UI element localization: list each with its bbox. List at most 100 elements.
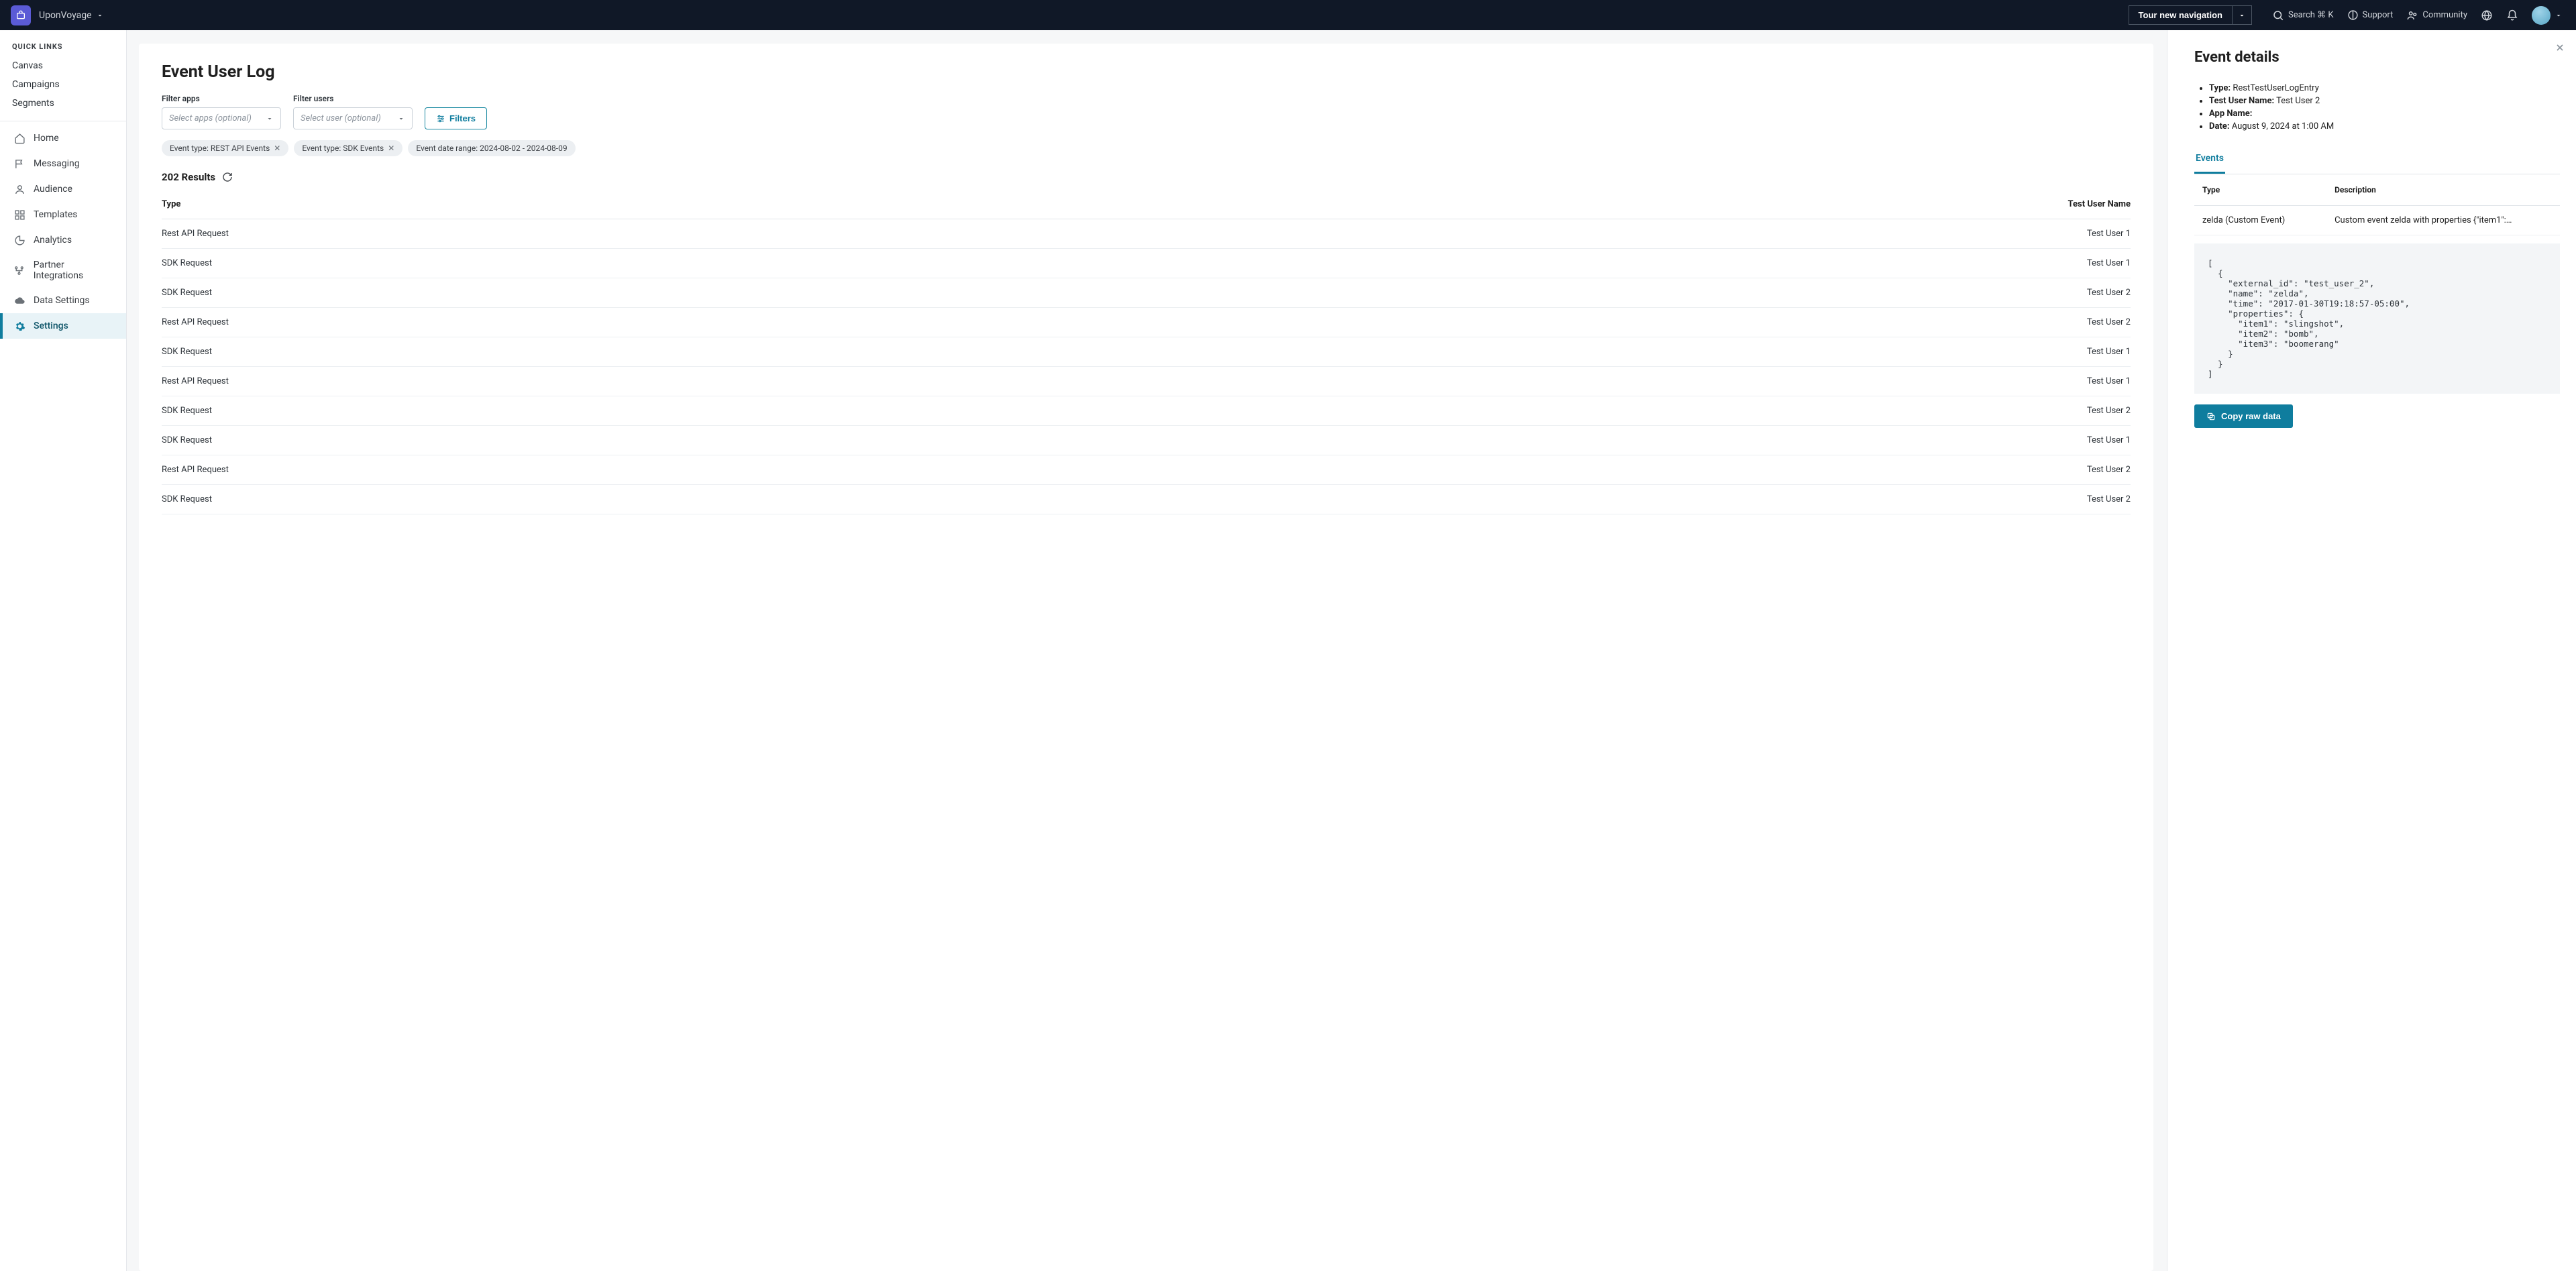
nav-label: Messaging <box>34 158 80 169</box>
meta-type-label: Type: <box>2209 83 2231 93</box>
detail-row-desc: Custom event zelda with properties {"ite… <box>2326 206 2560 235</box>
filter-chip: Event type: SDK Events ✕ <box>294 140 402 156</box>
meta-user-value: Test User 2 <box>2276 96 2320 106</box>
nav-label: Settings <box>34 321 68 331</box>
quick-link-canvas[interactable]: Canvas <box>0 56 126 75</box>
lifebuoy-icon <box>2347 9 2359 21</box>
nav-audience[interactable]: Audience <box>0 176 126 202</box>
search-label: Search ⌘ K <box>2288 10 2334 20</box>
tab-events[interactable]: Events <box>2194 146 2225 174</box>
details-tabs: Events <box>2194 146 2560 174</box>
meta-user-label: Test User Name: <box>2209 96 2274 106</box>
table-row[interactable]: SDK RequestTest User 1 <box>162 426 2131 455</box>
cell-user: Test User 1 <box>1179 249 2131 278</box>
table-row[interactable]: SDK RequestTest User 2 <box>162 485 2131 514</box>
nav-settings[interactable]: Settings <box>0 313 126 339</box>
nav-messaging[interactable]: Messaging <box>0 151 126 176</box>
cell-type: SDK Request <box>162 396 1179 426</box>
search-button[interactable]: Search ⌘ K <box>2269 7 2337 24</box>
sliders-icon <box>436 114 445 123</box>
notifications-button[interactable] <box>2504 7 2521 24</box>
nav-label: Partner Integrations <box>34 260 115 281</box>
filters-button[interactable]: Filters <box>425 107 487 129</box>
nav-data-settings[interactable]: Data Settings <box>0 288 126 313</box>
cell-user: Test User 1 <box>1179 367 2131 396</box>
chip-remove-icon[interactable]: ✕ <box>388 144 394 153</box>
refresh-icon <box>222 172 233 182</box>
language-button[interactable] <box>2478 7 2496 24</box>
chevron-down-icon <box>2238 11 2246 19</box>
cell-user: Test User 2 <box>1179 455 2131 485</box>
tour-button[interactable]: Tour new navigation <box>2129 5 2233 25</box>
chip-remove-icon[interactable]: ✕ <box>274 144 280 153</box>
chevron-down-icon <box>2555 11 2563 19</box>
integration-icon <box>13 264 25 276</box>
cell-type: SDK Request <box>162 249 1179 278</box>
nav-home[interactable]: Home <box>0 125 126 151</box>
workspace-switcher[interactable]: UponVoyage <box>39 10 104 21</box>
meta-app-label: App Name: <box>2209 109 2252 119</box>
nav-analytics[interactable]: Analytics <box>0 227 126 253</box>
topbar: UponVoyage Tour new navigation Search ⌘ … <box>0 0 2576 30</box>
home-icon <box>13 132 25 144</box>
quick-link-segments[interactable]: Segments <box>0 94 126 113</box>
nav-partner-integrations[interactable]: Partner Integrations <box>0 253 126 288</box>
pie-icon <box>13 234 25 246</box>
tour-dropdown-button[interactable] <box>2233 5 2252 25</box>
filter-users-placeholder: Select user (optional) <box>301 113 381 123</box>
cell-user: Test User 1 <box>1179 426 2131 455</box>
table-row[interactable]: Rest API RequestTest User 2 <box>162 308 2131 337</box>
nav-label: Templates <box>34 209 78 220</box>
support-label: Support <box>2363 10 2394 20</box>
results-count: 202 Results <box>162 171 215 183</box>
search-icon <box>2272 9 2284 21</box>
nav-label: Audience <box>34 184 72 195</box>
table-row[interactable]: SDK RequestTest User 2 <box>162 278 2131 308</box>
table-row[interactable]: SDK RequestTest User 1 <box>162 337 2131 367</box>
cell-user: Test User 2 <box>1179 278 2131 308</box>
filter-apps-select[interactable]: Select apps (optional) <box>162 107 281 129</box>
chip-label: Event type: SDK Events <box>302 144 384 153</box>
filter-chip: Event date range: 2024-08-02 - 2024-08-0… <box>408 140 575 156</box>
details-panel: Event details Type: RestTestUserLogEntry… <box>2167 30 2576 1271</box>
page-title: Event User Log <box>162 62 2131 82</box>
community-button[interactable]: Community <box>2404 7 2470 24</box>
cell-user: Test User 1 <box>1179 337 2131 367</box>
close-icon <box>2555 42 2565 53</box>
copy-icon <box>2206 412 2216 421</box>
filters-button-label: Filters <box>449 113 476 123</box>
meta-date-label: Date: <box>2209 121 2230 131</box>
table-row[interactable]: Rest API RequestTest User 1 <box>162 367 2131 396</box>
col-type: Type <box>162 190 1179 219</box>
table-row[interactable]: Rest API RequestTest User 2 <box>162 455 2131 485</box>
detail-row[interactable]: zelda (Custom Event) Custom event zelda … <box>2194 206 2560 235</box>
quick-link-campaigns[interactable]: Campaigns <box>0 75 126 94</box>
copy-raw-button[interactable]: Copy raw data <box>2194 404 2293 428</box>
flag-icon <box>13 158 25 170</box>
table-row[interactable]: Rest API RequestTest User 1 <box>162 219 2131 249</box>
cell-user: Test User 1 <box>1179 219 2131 249</box>
quick-links-heading: QUICK LINKS <box>0 42 126 56</box>
support-button[interactable]: Support <box>2345 7 2396 23</box>
filter-users-label: Filter users <box>293 94 413 103</box>
nav-templates[interactable]: Templates <box>0 202 126 227</box>
refresh-button[interactable] <box>222 172 233 182</box>
filter-users-select[interactable]: Select user (optional) <box>293 107 413 129</box>
brand-logo-icon <box>11 5 31 25</box>
profile-menu[interactable] <box>2529 3 2565 27</box>
cell-type: Rest API Request <box>162 219 1179 249</box>
table-row[interactable]: SDK RequestTest User 2 <box>162 396 2131 426</box>
cell-type: SDK Request <box>162 485 1179 514</box>
community-icon <box>2406 9 2418 21</box>
filter-apps-label: Filter apps <box>162 94 281 103</box>
chip-label: Event date range: 2024-08-02 - 2024-08-0… <box>416 144 567 153</box>
detail-col-desc: Description <box>2326 174 2560 206</box>
user-icon <box>13 183 25 195</box>
cloud-icon <box>13 294 25 307</box>
close-details-button[interactable] <box>2555 42 2565 53</box>
chevron-down-icon <box>397 115 405 123</box>
cell-type: SDK Request <box>162 426 1179 455</box>
table-row[interactable]: SDK RequestTest User 1 <box>162 249 2131 278</box>
cell-user: Test User 2 <box>1179 308 2131 337</box>
col-user: Test User Name <box>1179 190 2131 219</box>
